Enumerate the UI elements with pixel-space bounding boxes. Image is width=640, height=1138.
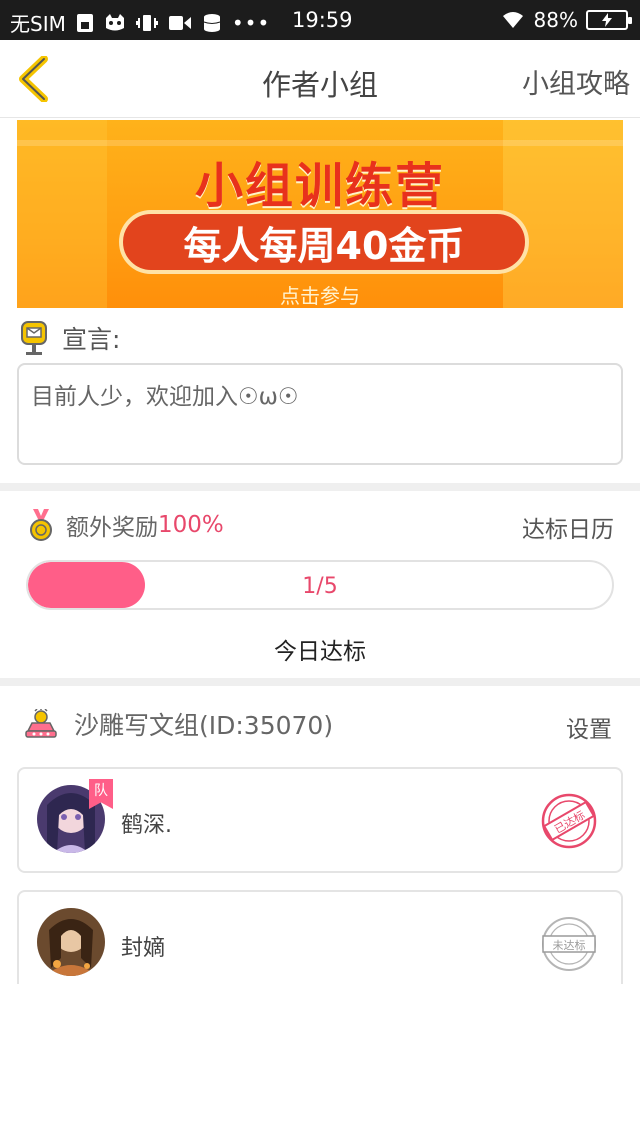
group-crown-icon <box>25 709 57 738</box>
progress-count: 1/5 <box>302 574 338 599</box>
stamp-text: 未达标 <box>553 938 586 952</box>
today-achieved-label: 今日达标 <box>274 639 366 665</box>
section-divider <box>0 678 640 686</box>
more-dots-icon: ••• <box>231 10 271 35</box>
group-name: 沙雕写文组(ID:35070) <box>74 711 334 740</box>
declaration-header: 宣言: <box>20 320 120 356</box>
page-bottom <box>0 984 640 1138</box>
carrier-label: 无SIM <box>10 12 66 36</box>
wifi-icon <box>500 9 526 31</box>
declaration-text-field[interactable]: 目前人少，欢迎加入☉ω☉ <box>17 363 623 465</box>
member-card[interactable]: 队 鹤深. 已达标 <box>17 767 623 873</box>
banner-reward-pill: 每人每周40金币 <box>119 210 529 274</box>
declaration-label: 宣言: <box>62 325 121 354</box>
battery-icon <box>586 10 632 30</box>
back-button[interactable] <box>14 55 54 103</box>
group-header: 沙雕写文组(ID:35070) <box>24 706 333 742</box>
database-icon <box>202 12 222 34</box>
status-bar: 无SIM ••• 19:59 88% <box>0 0 640 40</box>
achievement-calendar-link[interactable]: 达标日历 <box>522 510 614 544</box>
vibrate-icon <box>135 12 158 34</box>
not-achieved-stamp-icon: 未达标 <box>539 914 599 974</box>
cat-icon <box>104 12 126 34</box>
video-icon <box>168 12 192 34</box>
clock: 19:59 <box>292 8 353 32</box>
reward-header: 额外奖励 100% <box>28 508 224 542</box>
banner-cta: 点击参与 <box>280 284 360 308</box>
extra-reward-percent: 100% <box>158 512 224 538</box>
banner-reward-text: 每人每周40金币 <box>183 223 465 268</box>
nav-bar: 作者小组 小组攻略 <box>0 40 640 118</box>
extra-reward-label: 额外奖励 <box>66 515 158 541</box>
group-guide-link[interactable]: 小组攻略 <box>522 62 630 101</box>
training-camp-banner[interactable]: 小组训练营 每人每周40金币 点击参与 <box>17 120 623 308</box>
member-name: 封嫡 <box>121 936 166 961</box>
member-card[interactable]: 封嫡 未达标 <box>17 890 623 996</box>
chevron-left-icon <box>19 55 48 103</box>
section-divider <box>0 483 640 491</box>
banner-title: 小组训练营 <box>194 158 445 214</box>
battery-percent: 88% <box>533 8 578 32</box>
mailbox-icon <box>21 321 47 355</box>
sim-card-icon <box>76 12 94 34</box>
group-settings-link[interactable]: 设置 <box>566 710 612 744</box>
daily-progress-bar: 1/5 <box>26 560 614 610</box>
medal-icon <box>30 509 52 541</box>
achieved-stamp-icon: 已达标 <box>539 791 599 851</box>
member-name: 鹤深. <box>121 813 172 838</box>
avatar <box>37 908 105 976</box>
